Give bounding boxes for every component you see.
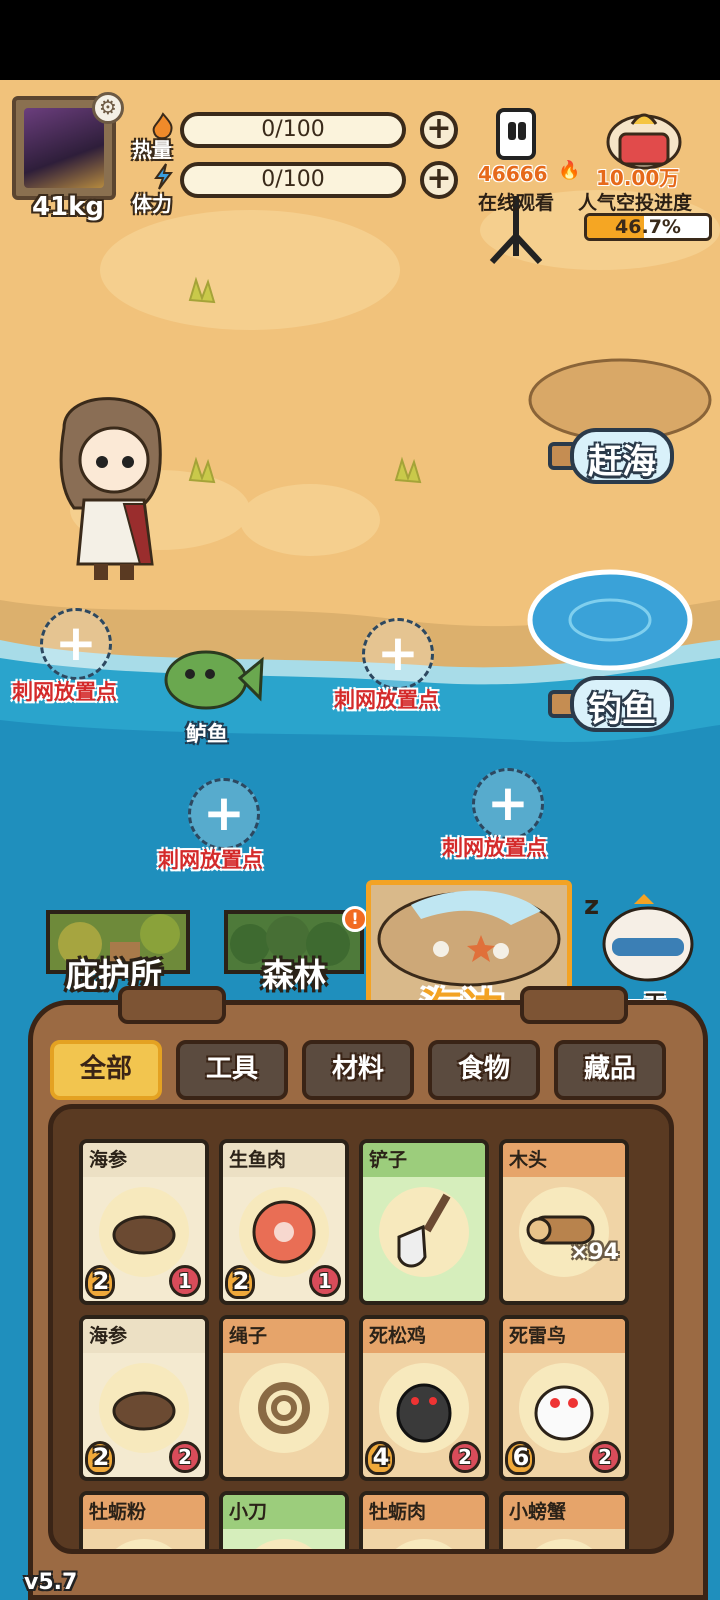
item-count-badge: 2: [589, 1441, 621, 1473]
airdrop-label: 人气空投进度: [578, 192, 693, 214]
airdrop-progress-text: 46.7%: [615, 216, 681, 238]
inventory-item-card[interactable]: 牡蛎粉: [79, 1491, 209, 1549]
rope-icon: [239, 1363, 329, 1453]
ptarmigan-icon: [519, 1363, 609, 1453]
net-point-3-icon[interactable]: +: [188, 778, 260, 850]
item-count: 2: [458, 1445, 472, 1469]
tab-all[interactable]: 全部: [50, 1040, 162, 1100]
gather-button[interactable]: 赶海: [548, 424, 676, 488]
forest-alert-badge: !: [342, 906, 368, 932]
item-count-badge: 2: [449, 1441, 481, 1473]
item-name: 小刀: [223, 1495, 345, 1529]
item-name: 牡蛎粉: [83, 1495, 205, 1529]
item-level: 2: [92, 1267, 110, 1295]
shovel-icon: [379, 1187, 469, 1277]
item-count: 2: [178, 1445, 192, 1469]
stamina-bar: 0/100: [180, 162, 406, 198]
version-label: v5.7: [24, 1570, 78, 1595]
tab-tools[interactable]: 工具: [176, 1040, 288, 1100]
item-name: 生鱼肉: [223, 1143, 345, 1177]
inventory-grid: 海参 2 1 生鱼肉 2 1 铲子 木头 ×94 海参 2 2 绳子 死松鸡 4 2 死雷鸟 6 2 牡蛎粉 小刀 牡蛎肉…: [48, 1104, 674, 1554]
stamina-label: 体力: [132, 192, 172, 216]
item-name: 木头: [503, 1143, 625, 1177]
sleeping-girl-icon[interactable]: z: [584, 884, 696, 984]
item-level: 4: [372, 1443, 390, 1471]
flame-small-icon: 🔥: [558, 160, 581, 181]
player-weight: 41kg: [31, 192, 105, 222]
item-count-badge: 1: [309, 1265, 341, 1297]
inventory-item-card[interactable]: 生鱼肉 2 1: [219, 1139, 349, 1305]
net-point-2-label[interactable]: 刺网放置点: [334, 684, 439, 714]
backpack-strap-right: [520, 986, 628, 1024]
oyster-powder-icon: [99, 1539, 189, 1549]
inventory-item-card[interactable]: 海参 2 2: [79, 1315, 209, 1481]
grouse-icon: [379, 1363, 469, 1453]
tab-food[interactable]: 食物: [428, 1040, 540, 1100]
raw-fish-icon: [239, 1187, 329, 1277]
item-name: 绳子: [223, 1319, 345, 1353]
net-point-1-label[interactable]: 刺网放置点: [12, 676, 117, 706]
inventory-item-card[interactable]: 木头 ×94: [499, 1139, 629, 1305]
item-name: 小螃蟹: [503, 1495, 625, 1529]
sea-cucumber-icon: [99, 1187, 189, 1277]
add-stamina-button[interactable]: +: [420, 161, 458, 199]
inventory-item-card[interactable]: 海参 2 1: [79, 1139, 209, 1305]
net-point-4-label[interactable]: 刺网放置点: [442, 832, 547, 862]
inventory-item-card[interactable]: 绳子: [219, 1315, 349, 1481]
knife-icon: [239, 1539, 329, 1549]
item-name: 牡蛎肉: [363, 1495, 485, 1529]
svg-text:z: z: [584, 891, 599, 921]
net-point-3-label[interactable]: 刺网放置点: [158, 844, 263, 874]
fish-label: 鲈鱼: [186, 722, 228, 746]
airdrop-progress-bar: 46.7%: [584, 213, 712, 241]
item-name: 死雷鸟: [503, 1319, 625, 1353]
item-count-badge: 1: [169, 1265, 201, 1297]
net-point-1-icon[interactable]: +: [40, 608, 112, 680]
add-calorie-button[interactable]: +: [420, 111, 458, 149]
backpack-strap-left: [118, 986, 226, 1024]
viewers-count: 46666: [478, 162, 548, 186]
net-point-2-icon[interactable]: +: [362, 618, 434, 690]
calorie-bar: 0/100: [180, 112, 406, 148]
oyster-meat-icon: [379, 1539, 469, 1549]
crab-icon: [519, 1539, 609, 1549]
viewers-label: 在线观看: [478, 192, 555, 214]
airdrop-target: 10.00万: [596, 166, 680, 190]
item-count-badge: 2: [169, 1441, 201, 1473]
inventory-item-card[interactable]: 死松鸡 4 2: [359, 1315, 489, 1481]
inventory-item-card[interactable]: 铲子: [359, 1139, 489, 1305]
item-level: 2: [232, 1267, 250, 1295]
gather-label: 赶海: [588, 442, 656, 482]
inventory-item-card[interactable]: 牡蛎肉: [359, 1491, 489, 1549]
settings-gear-icon[interactable]: ⚙: [92, 92, 124, 124]
tab-collectibles[interactable]: 藏品: [554, 1040, 666, 1100]
item-count: 1: [178, 1269, 192, 1293]
item-name: 铲子: [363, 1143, 485, 1177]
item-quantity: ×94: [569, 1240, 619, 1265]
calorie-label: 热量: [132, 138, 172, 162]
status-bar: [0, 0, 720, 80]
inventory-item-card[interactable]: 小刀: [219, 1491, 349, 1549]
avatar-portrait: [24, 108, 104, 188]
item-name: 死松鸡: [363, 1319, 485, 1353]
item-name: 海参: [83, 1319, 205, 1353]
player-character[interactable]: [44, 388, 174, 584]
forest-location-label[interactable]: 森林: [262, 950, 326, 996]
inventory-item-card[interactable]: 死雷鸟 6 2: [499, 1315, 629, 1481]
item-count: 2: [598, 1445, 612, 1469]
item-count: 1: [318, 1269, 332, 1293]
item-level: 6: [512, 1443, 530, 1471]
lightning-icon: [150, 162, 176, 190]
sea-cucumber-icon: [99, 1363, 189, 1453]
tab-materials[interactable]: 材料: [302, 1040, 414, 1100]
airdrop-gift-icon[interactable]: [604, 104, 684, 170]
inventory-item-card[interactable]: 小螃蟹: [499, 1491, 629, 1549]
item-name: 海参: [83, 1143, 205, 1177]
fishing-label: 钓鱼: [588, 690, 656, 730]
perch-fish-icon[interactable]: [164, 646, 264, 710]
net-point-4-icon[interactable]: +: [472, 768, 544, 840]
fishing-button[interactable]: 钓鱼: [548, 672, 676, 736]
item-level: 2: [92, 1443, 110, 1471]
